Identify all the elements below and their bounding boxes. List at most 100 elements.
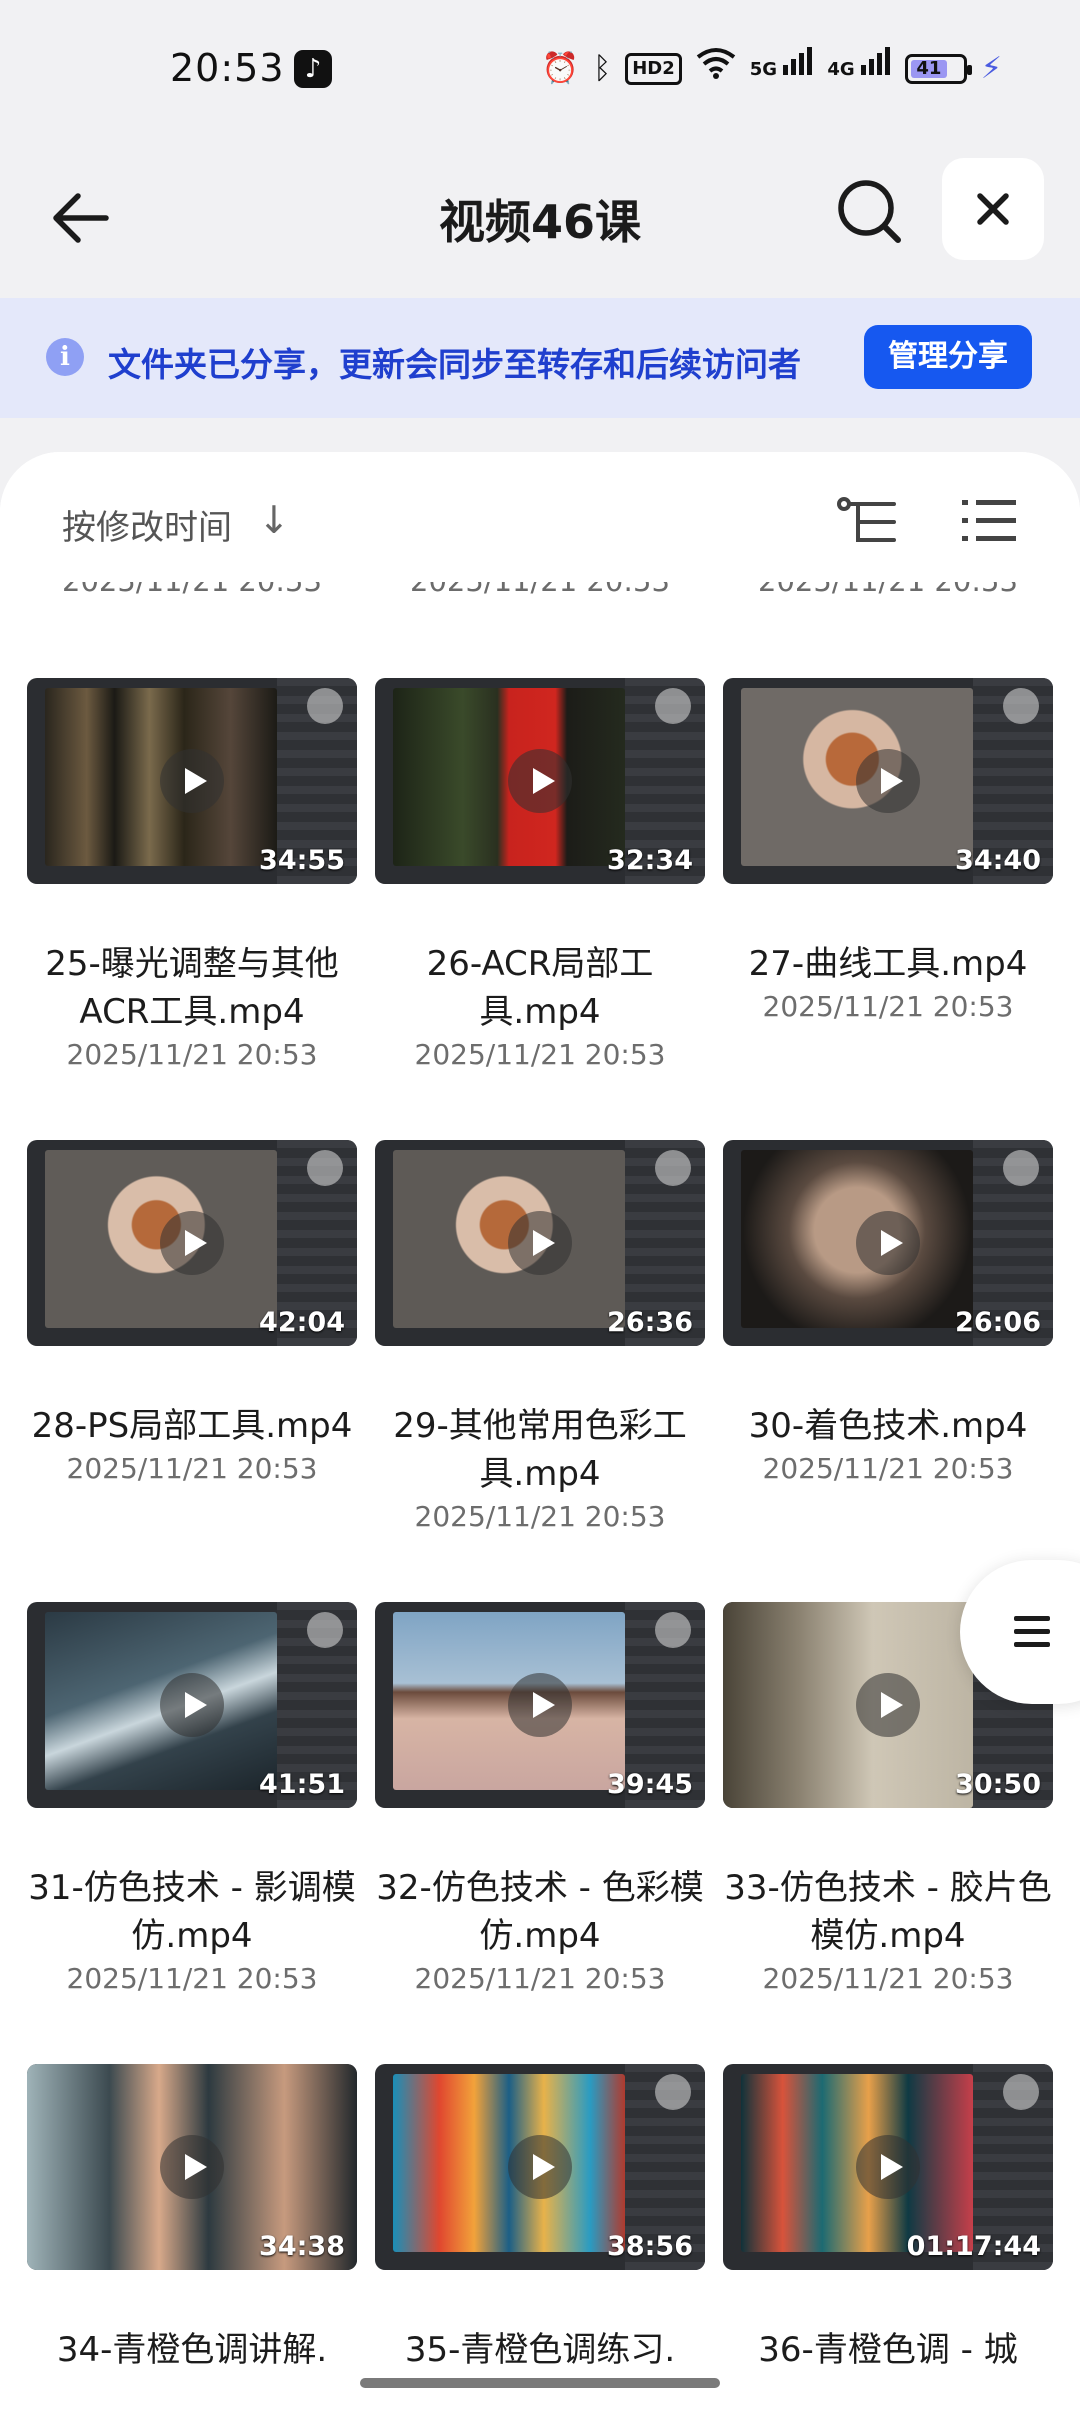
video-duration: 26:36 — [607, 1307, 693, 1338]
close-icon — [977, 193, 1009, 225]
video-title: 31-仿色技术 - 影调模仿.mp4 — [28, 1868, 356, 1956]
play-icon — [856, 1211, 920, 1275]
video-card[interactable]: 38:56 35-青橙色调练习. — [375, 2064, 705, 2374]
video-duration: 42:04 — [259, 1307, 345, 1338]
signal-5g-icon: 5G — [750, 47, 814, 91]
video-duration: 39:45 — [607, 1769, 693, 1800]
video-duration: 34:38 — [259, 2231, 345, 2262]
search-button[interactable] — [834, 176, 906, 248]
video-title: 36-青橙色调 - 城 — [758, 2330, 1018, 2370]
sort-toolbar: 按修改时间 ↓ — [0, 452, 1080, 582]
video-thumbnail[interactable]: 32:34 — [375, 678, 705, 884]
page-title: 视频46课 — [438, 195, 641, 249]
tiktok-icon — [294, 50, 332, 88]
status-bar: 20:53 ⏰ ᛒ HD2 5G 4G 41 ⚡ — [0, 0, 1080, 140]
play-icon — [856, 2135, 920, 2199]
video-duration: 41:51 — [259, 1769, 345, 1800]
video-date: 2025/11/21 20:53 — [414, 1962, 666, 1995]
status-time: 20:53 — [170, 46, 285, 90]
menu-icon — [1014, 1616, 1050, 1647]
video-duration: 26:06 — [955, 1307, 1041, 1338]
charging-icon: ⚡ — [980, 51, 1002, 86]
info-icon: i — [46, 338, 84, 376]
video-duration: 01:17:44 — [906, 2231, 1041, 2262]
video-title: 27-曲线工具.mp4 — [748, 944, 1028, 984]
play-icon — [160, 1673, 224, 1737]
partial-row-dates: 2025/11/21 20:53 2025/11/21 20:53 2025/1… — [0, 580, 1080, 610]
video-thumbnail[interactable]: 39:45 — [375, 1602, 705, 1808]
header: 视频46课 — [0, 140, 1080, 298]
tree-view-icon[interactable] — [836, 496, 900, 548]
video-thumbnail[interactable]: 34:40 — [723, 678, 1053, 884]
play-icon — [856, 749, 920, 813]
video-title: 33-仿色技术 - 胶片色模仿.mp4 — [724, 1868, 1052, 1956]
home-indicator[interactable] — [360, 2378, 720, 2388]
play-icon — [508, 749, 572, 813]
video-date: 2025/11/21 20:53 — [762, 1452, 1014, 1485]
video-card[interactable]: 39:45 32-仿色技术 - 色彩模仿.mp4 2025/11/21 20:5… — [375, 1602, 705, 1998]
wifi-icon — [696, 47, 736, 91]
video-thumbnail[interactable]: 34:55 — [27, 678, 357, 884]
video-card[interactable]: 41:51 31-仿色技术 - 影调模仿.mp4 2025/11/21 20:5… — [27, 1602, 357, 1998]
bluetooth-icon: ᛒ — [593, 51, 612, 86]
video-card[interactable]: 34:38 34-青橙色调讲解. — [27, 2064, 357, 2374]
video-card[interactable]: 34:55 25-曝光调整与其他ACR工具.mp4 2025/11/21 20:… — [27, 678, 357, 1074]
video-card[interactable]: 34:40 27-曲线工具.mp4 2025/11/21 20:53 — [723, 678, 1053, 1026]
partial-date: 2025/11/21 20:53 — [410, 580, 670, 598]
search-icon — [838, 180, 901, 243]
video-date: 2025/11/21 20:53 — [414, 1500, 666, 1533]
video-date: 2025/11/21 20:53 — [66, 1038, 318, 1071]
video-date: 2025/11/21 20:53 — [66, 1452, 318, 1485]
play-icon — [856, 1673, 920, 1737]
video-thumbnail[interactable]: 42:04 — [27, 1140, 357, 1346]
video-thumbnail[interactable]: 01:17:44 — [723, 2064, 1053, 2270]
video-card[interactable]: 26:06 30-着色技术.mp4 2025/11/21 20:53 — [723, 1140, 1053, 1488]
video-thumbnail[interactable]: 38:56 — [375, 2064, 705, 2270]
video-card[interactable]: 26:36 29-其他常用色彩工具.mp4 2025/11/21 20:53 — [375, 1140, 705, 1536]
video-title: 28-PS局部工具.mp4 — [31, 1406, 353, 1446]
video-thumbnail[interactable]: 41:51 — [27, 1602, 357, 1808]
partial-date: 2025/11/21 20:53 — [62, 580, 322, 598]
play-icon — [160, 2135, 224, 2199]
video-card[interactable]: 01:17:44 36-青橙色调 - 城 — [723, 2064, 1053, 2374]
video-thumbnail[interactable]: 26:06 — [723, 1140, 1053, 1346]
video-duration: 34:55 — [259, 845, 345, 876]
video-card[interactable]: 42:04 28-PS局部工具.mp4 2025/11/21 20:53 — [27, 1140, 357, 1488]
video-card[interactable]: 32:34 26-ACR局部工具.mp4 2025/11/21 20:53 — [375, 678, 705, 1074]
status-icons: ⏰ ᛒ HD2 5G 4G 41 ⚡ — [541, 47, 1002, 91]
list-view-icon[interactable] — [962, 498, 1016, 544]
video-duration: 30:50 — [955, 1769, 1041, 1800]
manage-share-button[interactable]: 管理分享 — [864, 325, 1032, 389]
hd-icon: HD2 — [625, 53, 682, 85]
video-thumbnail[interactable]: 34:38 — [27, 2064, 357, 2270]
video-title: 30-着色技术.mp4 — [748, 1406, 1028, 1446]
video-title: 25-曝光调整与其他ACR工具.mp4 — [45, 944, 339, 1032]
play-icon — [508, 1673, 572, 1737]
video-date: 2025/11/21 20:53 — [762, 990, 1014, 1023]
video-date: 2025/11/21 20:53 — [762, 1962, 1014, 1995]
share-banner: i 文件夹已分享，更新会同步至转存和后续访问者 管理分享 — [0, 298, 1080, 418]
share-banner-text: 文件夹已分享，更新会同步至转存和后续访问者 — [108, 345, 801, 384]
play-icon — [160, 1211, 224, 1275]
video-duration: 32:34 — [607, 845, 693, 876]
battery-icon: 41 — [904, 54, 972, 84]
video-duration: 38:56 — [607, 2231, 693, 2262]
signal-4g-label: 4G — [827, 59, 855, 80]
video-thumbnail[interactable]: 26:36 — [375, 1140, 705, 1346]
close-button[interactable] — [942, 158, 1044, 260]
sort-direction-icon[interactable]: ↓ — [258, 498, 290, 542]
signal-5g-label: 5G — [749, 59, 778, 80]
alarm-icon: ⏰ — [541, 51, 580, 86]
video-title: 34-青橙色调讲解. — [56, 2330, 328, 2370]
play-icon — [160, 749, 224, 813]
file-grid-panel: 按修改时间 ↓ 2025/11/21 20:53 2025/11/21 20:5… — [0, 452, 1080, 2412]
video-date: 2025/11/21 20:53 — [414, 1038, 666, 1071]
signal-4g-icon: 4G — [827, 47, 891, 91]
sort-by-modified-time[interactable]: 按修改时间 — [62, 500, 232, 549]
play-icon — [508, 1211, 572, 1275]
play-icon — [508, 2135, 572, 2199]
video-date: 2025/11/21 20:53 — [66, 1962, 318, 1995]
video-title: 26-ACR局部工具.mp4 — [426, 944, 654, 1032]
video-title: 35-青橙色调练习. — [404, 2330, 676, 2370]
battery-level: 41 — [910, 60, 947, 78]
